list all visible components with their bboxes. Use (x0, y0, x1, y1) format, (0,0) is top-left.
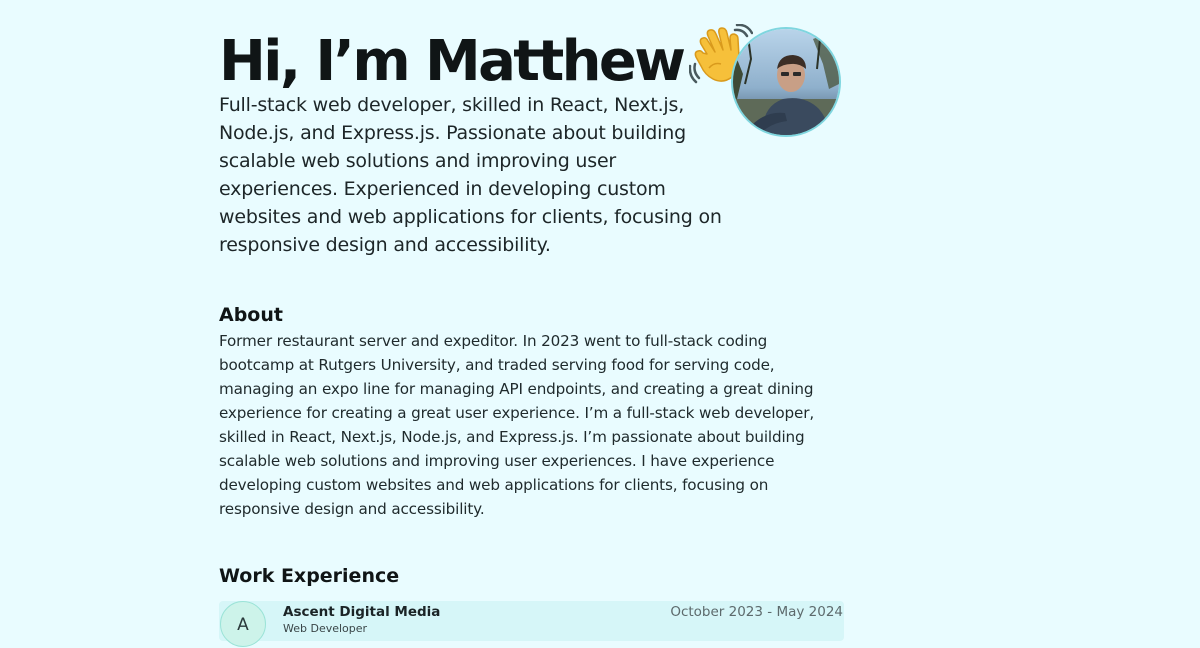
hero-section: Hi, I’m Matthew Full-stack web developer… (219, 24, 844, 264)
hero-description: Full-stack web developer, skilled in Rea… (219, 94, 722, 256)
avatar-photo (733, 29, 839, 135)
work-experience-item[interactable]: A Ascent Digital Media Web Developer Oct… (219, 601, 844, 647)
portfolio-page: Hi, I’m Matthew Full-stack web developer… (219, 0, 844, 647)
about-text: Former restaurant server and expeditor. … (219, 332, 815, 518)
job-dates: October 2023 - May 2024 (670, 604, 843, 620)
hero-title: Hi, I’m Matthew (219, 24, 754, 94)
greeting-text: Hi, I’m Matthew (219, 29, 686, 94)
work-experience-heading: Work Experience (219, 565, 400, 587)
about-heading: About (219, 304, 283, 326)
avatar (731, 27, 841, 137)
company-logo: A (220, 601, 266, 647)
job-title: Web Developer (283, 622, 368, 635)
company-name: Ascent Digital Media (283, 604, 441, 620)
